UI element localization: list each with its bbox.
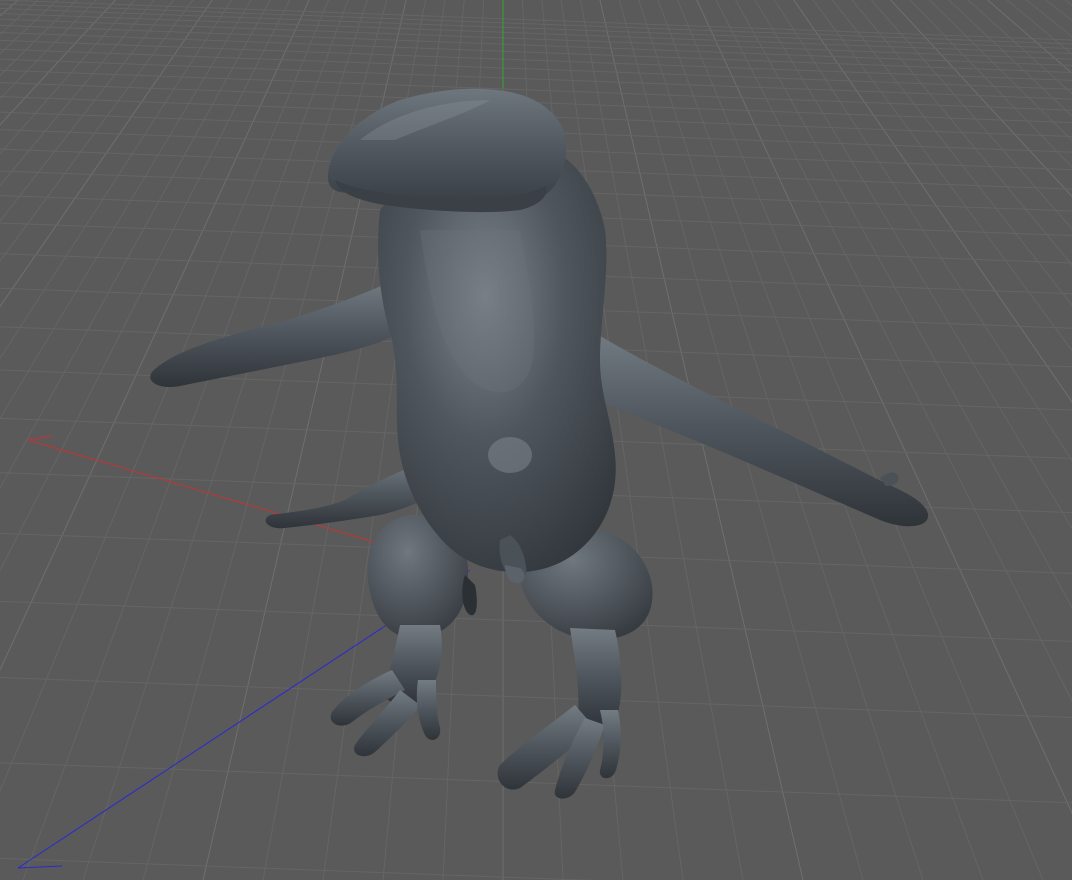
viewport-canvas[interactable] xyxy=(0,0,1072,880)
3d-viewport[interactable] xyxy=(0,0,1072,880)
